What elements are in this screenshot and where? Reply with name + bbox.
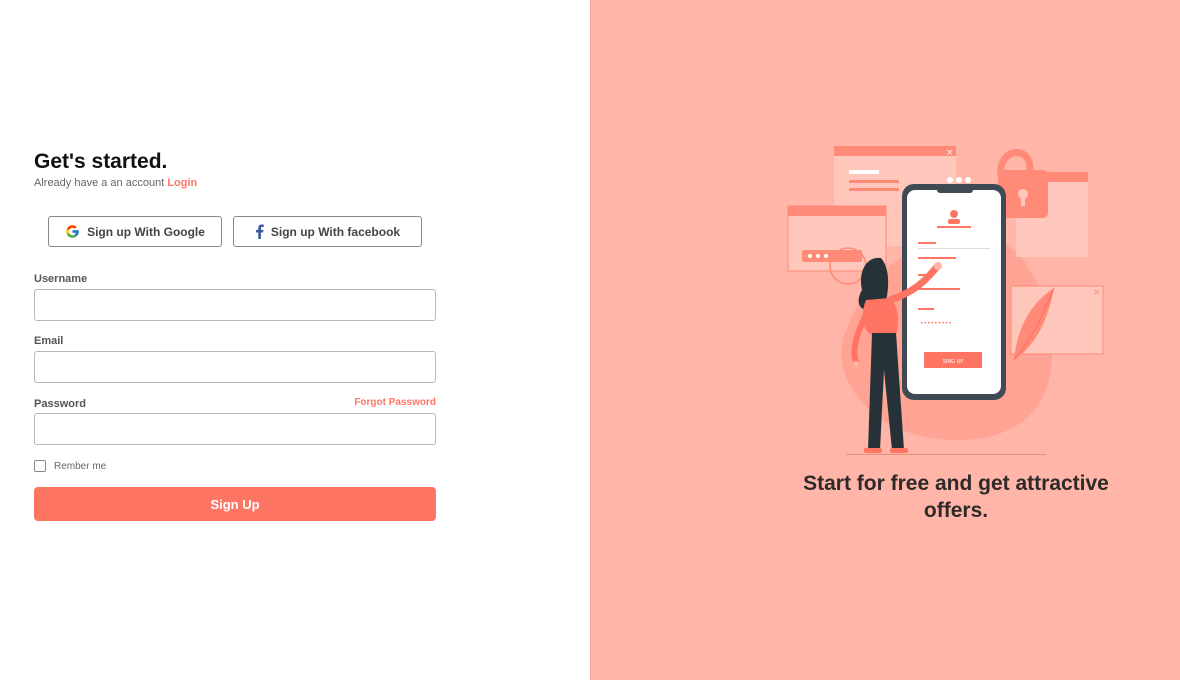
password-input[interactable] <box>34 413 436 445</box>
login-prompt-text: Already have a an account <box>34 177 168 189</box>
remember-me-label: Rember me <box>54 461 107 472</box>
promo-tagline: Start for free and get attractive offers… <box>803 472 1109 522</box>
signup-illustration: × × ••••••••• SING UP <box>786 140 1116 465</box>
facebook-logo-icon <box>255 224 264 239</box>
login-prompt: Already have a an account Login <box>34 177 197 189</box>
username-label: Username <box>34 273 88 285</box>
login-link[interactable]: Login <box>167 177 197 189</box>
username-input[interactable] <box>34 289 436 321</box>
signup-panel: Get's started. Already have a an account… <box>0 0 590 680</box>
password-label: Password <box>34 398 86 410</box>
phone-password-dots: ••••••••• <box>920 320 952 327</box>
svg-text:×: × <box>1093 288 1101 298</box>
phone-signup-button: SING UP <box>943 359 964 365</box>
google-signup-label: Sign up With Google <box>87 224 205 239</box>
svg-text:×: × <box>946 148 954 158</box>
remember-me-checkbox[interactable] <box>34 460 46 472</box>
google-signup-button[interactable]: Sign up With Google <box>48 216 222 247</box>
email-input[interactable] <box>34 351 436 383</box>
sign-up-button[interactable]: Sign Up <box>34 487 436 521</box>
promo-panel: × × ••••••••• SING UP Start for free and… <box>590 0 1180 680</box>
forgot-password-link[interactable]: Forgot Password <box>354 397 436 408</box>
google-logo-icon <box>65 224 80 239</box>
email-label: Email <box>34 335 64 347</box>
facebook-signup-button[interactable]: Sign up With facebook <box>233 216 422 247</box>
facebook-signup-label: Sign up With facebook <box>270 224 401 239</box>
page-title: Get's started. <box>34 150 168 173</box>
